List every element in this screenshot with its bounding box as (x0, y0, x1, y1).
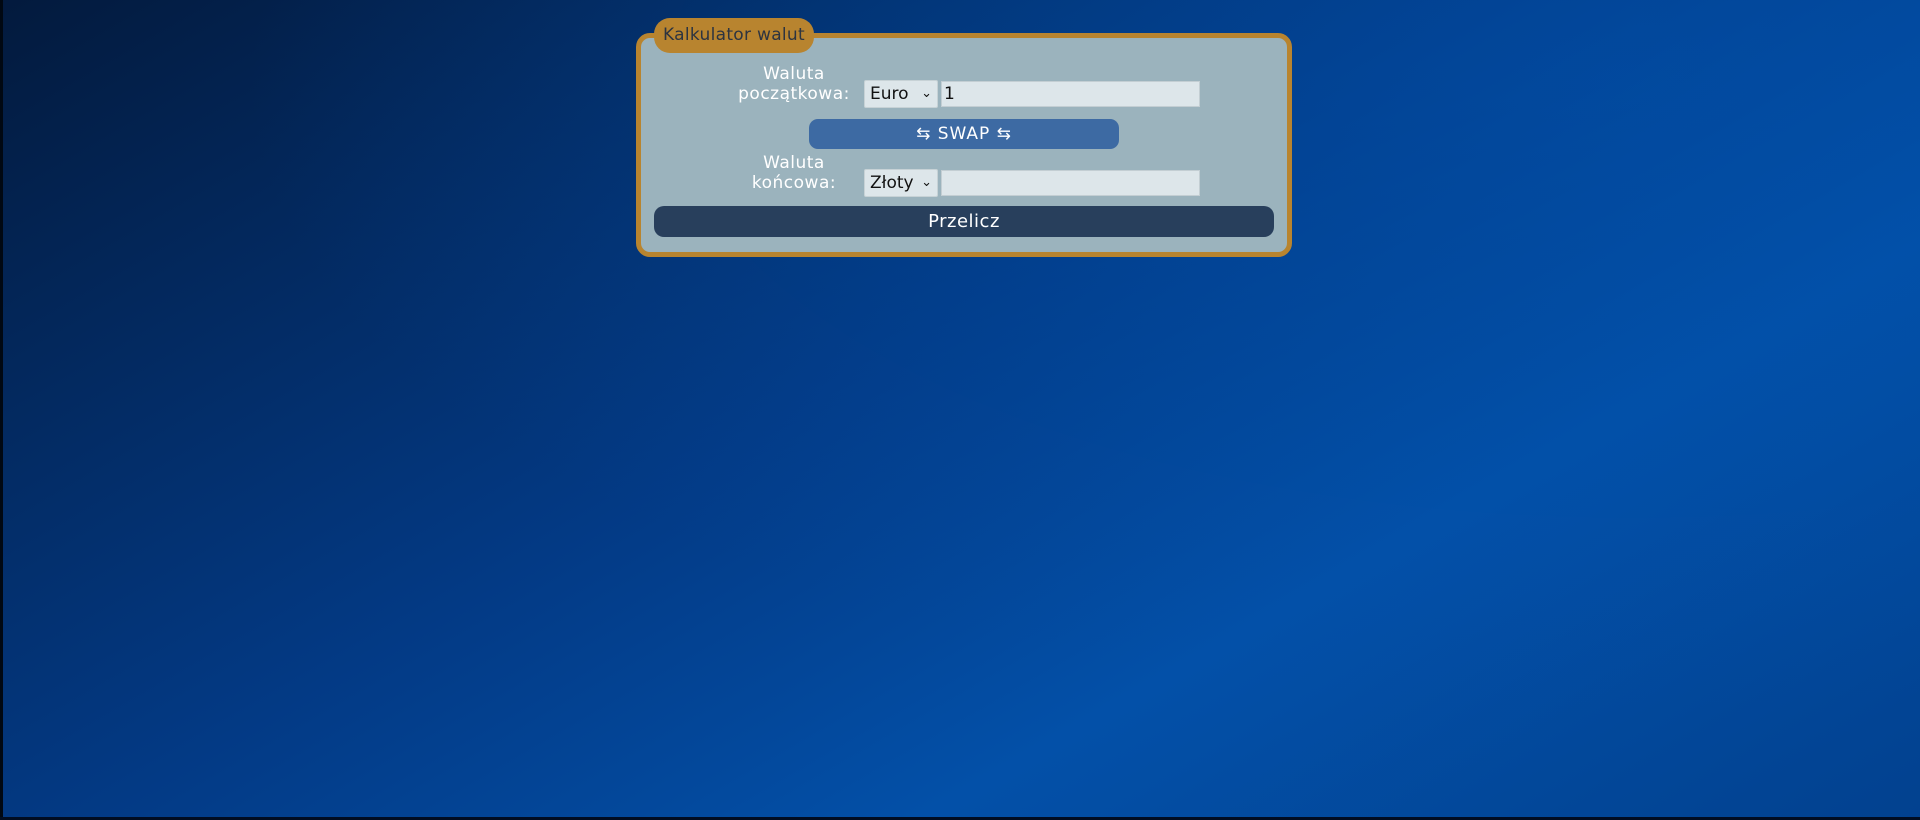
from-currency-select[interactable]: Euro ⌄ (864, 80, 938, 108)
chevron-down-icon: ⌄ (921, 86, 932, 101)
from-amount-input[interactable]: 1 (941, 81, 1200, 107)
label-line: Waluta (763, 64, 825, 84)
from-currency-label: Waluta początkowa: (728, 64, 860, 104)
swap-button[interactable]: ⇆ SWAP ⇆ (809, 119, 1119, 149)
to-currency-value: Złoty (870, 173, 914, 193)
chevron-down-icon: ⌄ (921, 175, 932, 190)
convert-button[interactable]: Przelicz (654, 206, 1274, 237)
label-line: końcowa: (751, 173, 837, 193)
from-currency-value: Euro (870, 84, 909, 104)
label-line: początkowa: (738, 84, 850, 104)
to-amount-input[interactable] (941, 170, 1200, 196)
to-currency-label: Waluta końcowa: (728, 153, 860, 193)
to-currency-select[interactable]: Złoty ⌄ (864, 169, 938, 197)
panel-title: Kalkulator walut (654, 18, 814, 53)
page-edge-left (0, 0, 3, 820)
label-line: Waluta (763, 153, 825, 173)
